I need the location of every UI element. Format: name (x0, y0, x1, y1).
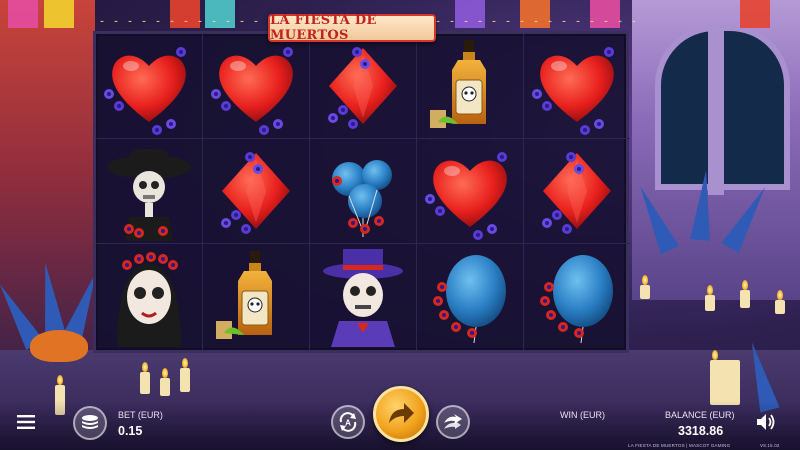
win-label: WIN (EUR) (560, 410, 605, 420)
speaker-icon (757, 414, 775, 430)
banner-flag (740, 0, 770, 28)
reel-cell (203, 244, 309, 349)
reel-cell (417, 34, 523, 139)
reel-cell (96, 139, 202, 244)
banner-flag (8, 0, 38, 28)
banner-flag (520, 0, 550, 28)
reel-cell (524, 34, 630, 139)
banner-flag (170, 0, 200, 28)
spin-button[interactable] (373, 386, 429, 442)
tequila-symbol (430, 40, 486, 128)
reel-cell (203, 34, 309, 139)
reel-column (310, 34, 417, 350)
svg-text:A: A (345, 419, 351, 428)
heart-symbol (104, 47, 186, 135)
balloon-symbol (540, 254, 613, 343)
reel-cell (310, 244, 416, 349)
reel-grid (93, 31, 631, 353)
diamond-symbol (328, 47, 397, 129)
bet-value: 0.15 (118, 424, 143, 438)
reel-cell (96, 244, 202, 349)
diamond-symbol (221, 152, 290, 234)
autoplay-icon: A (339, 412, 357, 432)
candle (740, 280, 750, 308)
reel-column (417, 34, 524, 350)
candle (710, 350, 740, 405)
balloon-symbol (433, 254, 506, 343)
reel-cell (417, 139, 523, 244)
candle (705, 285, 715, 311)
reel-column (203, 34, 310, 350)
autoplay-button[interactable]: A (331, 405, 365, 439)
candle (140, 362, 150, 394)
banner-flag (455, 0, 485, 28)
spin-arrow-icon (389, 403, 414, 423)
reel-column (524, 34, 631, 350)
catrina-woman-symbol (117, 251, 181, 347)
heart-symbol (211, 47, 293, 135)
candle (775, 290, 785, 314)
diamond-symbol (542, 152, 611, 234)
menu-icon (17, 415, 35, 429)
catrin-man-symbol (323, 248, 403, 347)
flower-pot (30, 330, 88, 362)
game-title: LA FIESTA DE MUERTOS (268, 13, 436, 43)
sound-button[interactable] (754, 410, 778, 434)
banner-flag (44, 0, 74, 28)
turbo-icon (444, 414, 462, 429)
candle (180, 358, 190, 392)
banner-flag (590, 0, 620, 28)
candle (640, 275, 650, 299)
bet-label: BET (EUR) (118, 410, 163, 420)
provider-line: LA FIESTA DE MUERTOS | MASCOT GAMING (628, 443, 731, 448)
skeleton-woman-symbol (107, 149, 191, 241)
tequila-symbol (216, 250, 272, 339)
balloons-symbol (332, 160, 392, 237)
window-pillar (708, 25, 724, 195)
reel-cell (524, 244, 630, 349)
coin-stack-icon (82, 415, 98, 429)
heart-symbol (425, 152, 507, 240)
heart-symbol (532, 47, 614, 135)
menu-button[interactable] (14, 410, 38, 434)
reel-cell (310, 34, 416, 139)
control-bar: BET (EUR) 0.15 A WIN (EUR) BALANCE (EUR)… (0, 386, 800, 450)
balance-value: 3318.86 (678, 424, 724, 438)
balance-label: BALANCE (EUR) (665, 410, 735, 420)
reel-column (96, 34, 203, 350)
bet-settings-button[interactable] (73, 406, 107, 440)
reel-cell (524, 139, 630, 244)
turbo-button[interactable] (436, 405, 470, 439)
version-label: V8.15.02 (760, 443, 780, 448)
banner-flag (205, 0, 235, 28)
reel-cell (203, 139, 309, 244)
reel-cell (417, 244, 523, 349)
reel-cell (310, 139, 416, 244)
reel-cell (96, 34, 202, 139)
candle (160, 368, 170, 396)
